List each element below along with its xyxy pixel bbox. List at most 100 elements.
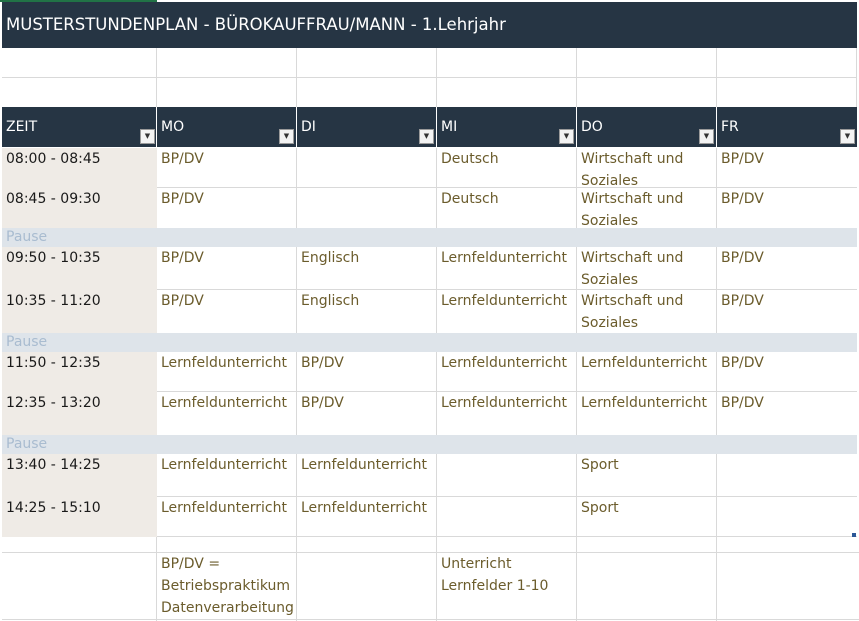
- lesson-cell-fr[interactable]: BP/DV: [717, 148, 857, 170]
- lesson-cell-do[interactable]: Wirtschaft und Soziales: [577, 188, 717, 232]
- header-mo[interactable]: MO: [157, 107, 297, 147]
- lesson-cell-mi[interactable]: Lernfeldunterricht: [437, 247, 577, 269]
- lesson-text: Soziales: [581, 213, 639, 229]
- lesson-cell-di[interactable]: Englisch: [297, 290, 437, 312]
- lesson-cell-mi[interactable]: Lernfeldunterricht: [437, 352, 577, 374]
- lesson-cell-do[interactable]: Wirtschaft und Soziales: [577, 247, 717, 291]
- lesson-text: Sport: [581, 457, 619, 473]
- filter-dropdown-icon[interactable]: ▼: [140, 129, 155, 144]
- time-slot[interactable]: 10:35 - 11:20: [2, 290, 157, 312]
- note-text: Lernfelder 1-10: [441, 578, 549, 594]
- lesson-text: BP/DV: [301, 395, 344, 411]
- time-slot[interactable]: 08:00 - 08:45: [2, 148, 157, 170]
- spreadsheet: MUSTERSTUNDENPLAN - BÜROKAUFFRAU/MANN - …: [0, 0, 859, 621]
- header-label: MO: [161, 119, 185, 135]
- lesson-text: Wirtschaft und: [581, 191, 684, 207]
- legend-note-mi[interactable]: Unterricht Lernfelder 1-10: [437, 553, 577, 597]
- filter-dropdown-icon[interactable]: ▼: [840, 129, 855, 144]
- lesson-text: BP/DV: [721, 293, 764, 309]
- filter-dropdown-icon[interactable]: ▼: [699, 129, 714, 144]
- gridline: [2, 552, 859, 553]
- filter-dropdown-icon[interactable]: ▼: [559, 129, 574, 144]
- lesson-cell-fr[interactable]: BP/DV: [717, 188, 857, 210]
- lesson-text: Wirtschaft und: [581, 151, 684, 167]
- lesson-text: Wirtschaft und: [581, 293, 684, 309]
- lesson-text: BP/DV: [161, 191, 204, 207]
- header-separator: [296, 107, 297, 147]
- lesson-cell-fr[interactable]: BP/DV: [717, 392, 857, 414]
- lesson-cell-fr[interactable]: BP/DV: [717, 247, 857, 269]
- lesson-cell-mi[interactable]: Deutsch: [437, 188, 577, 210]
- lesson-cell-mi[interactable]: Lernfeldunterricht: [437, 392, 577, 414]
- lesson-text: Lernfeldunterricht: [441, 250, 567, 266]
- lesson-cell-do[interactable]: Wirtschaft und Soziales: [577, 148, 717, 192]
- lesson-cell-di[interactable]: BP/DV: [297, 352, 437, 374]
- lesson-cell-mo[interactable]: BP/DV: [157, 148, 297, 170]
- pause-label: Pause: [6, 229, 48, 245]
- header-mi[interactable]: MI: [437, 107, 577, 147]
- time-slot[interactable]: 14:25 - 15:10: [2, 497, 157, 519]
- filter-dropdown-icon[interactable]: ▼: [279, 129, 294, 144]
- gridline: [296, 148, 297, 621]
- lesson-text: BP/DV: [161, 151, 204, 167]
- lesson-text: Lernfeldunterricht: [161, 355, 287, 371]
- lesson-cell-mo[interactable]: BP/DV: [157, 247, 297, 269]
- time-slot[interactable]: 08:45 - 09:30: [2, 188, 157, 210]
- lesson-text: Englisch: [301, 293, 360, 309]
- header-label: MI: [441, 119, 458, 135]
- lesson-text: BP/DV: [161, 293, 204, 309]
- lesson-text: BP/DV: [721, 191, 764, 207]
- note-text: Betriebspraktikum: [161, 578, 291, 594]
- lesson-text: BP/DV: [721, 355, 764, 371]
- header-di[interactable]: DI: [297, 107, 437, 147]
- header-fr[interactable]: FR: [717, 107, 857, 147]
- filter-dropdown-icon[interactable]: ▼: [419, 129, 434, 144]
- table-resize-handle[interactable]: [852, 533, 856, 537]
- lesson-cell-di[interactable]: Englisch: [297, 247, 437, 269]
- gridline: [436, 148, 437, 621]
- lesson-cell-mo[interactable]: Lernfeldunterricht: [157, 352, 297, 374]
- lesson-cell-mi[interactable]: Lernfeldunterricht: [437, 290, 577, 312]
- lesson-text: Soziales: [581, 272, 639, 288]
- header-separator: [716, 107, 717, 147]
- lesson-cell-fr[interactable]: BP/DV: [717, 352, 857, 374]
- table-header-row: ZEIT MO DI MI DO FR ▼ ▼ ▼ ▼ ▼ ▼: [2, 107, 857, 147]
- lesson-cell-mo[interactable]: BP/DV: [157, 290, 297, 312]
- lesson-cell-do[interactable]: Sport: [577, 454, 717, 476]
- lesson-cell-di[interactable]: BP/DV: [297, 392, 437, 414]
- lesson-cell-do[interactable]: Sport: [577, 497, 717, 519]
- header-label: DO: [581, 119, 603, 135]
- legend-note-mo[interactable]: BP/DV = Betriebspraktikum Datenverarbeitun…: [157, 553, 297, 619]
- lesson-text: Wirtschaft und: [581, 250, 684, 266]
- lesson-cell-di[interactable]: Lernfeldunterricht: [297, 497, 437, 519]
- lesson-text: Lernfeldunterricht: [441, 293, 567, 309]
- lesson-cell-mo[interactable]: Lernfeldunterricht: [157, 392, 297, 414]
- header-separator: [576, 107, 577, 147]
- time-slot[interactable]: 12:35 - 13:20: [2, 392, 157, 414]
- pause-label: Pause: [6, 436, 48, 452]
- lesson-cell-mo[interactable]: BP/DV: [157, 188, 297, 210]
- lesson-text: Lernfeldunterricht: [581, 355, 707, 371]
- lesson-cell-mo[interactable]: Lernfeldunterricht: [157, 454, 297, 476]
- lesson-text: Sport: [581, 500, 619, 516]
- time-slot[interactable]: 13:40 - 14:25: [2, 454, 157, 476]
- lesson-text: BP/DV: [721, 151, 764, 167]
- lesson-cell-fr[interactable]: BP/DV: [717, 290, 857, 312]
- lesson-text: Deutsch: [441, 191, 499, 207]
- time-slot[interactable]: 11:50 - 12:35: [2, 352, 157, 374]
- lesson-cell-do[interactable]: Lernfeldunterricht: [577, 392, 717, 414]
- header-separator: [156, 107, 157, 147]
- lesson-text: Lernfeldunterricht: [161, 395, 287, 411]
- time-slot[interactable]: 09:50 - 10:35: [2, 247, 157, 269]
- header-do[interactable]: DO: [577, 107, 717, 147]
- gridline: [2, 619, 859, 620]
- lesson-cell-do[interactable]: Wirtschaft und Soziales: [577, 290, 717, 334]
- sheet-title[interactable]: MUSTERSTUNDENPLAN - BÜROKAUFFRAU/MANN - …: [2, 2, 857, 48]
- header-zeit[interactable]: ZEIT: [2, 107, 157, 147]
- lesson-cell-mi[interactable]: Deutsch: [437, 148, 577, 170]
- lesson-text: Deutsch: [441, 151, 499, 167]
- lesson-cell-do[interactable]: Lernfeldunterricht: [577, 352, 717, 374]
- lesson-cell-mo[interactable]: Lernfeldunterricht: [157, 497, 297, 519]
- lesson-text: BP/DV: [161, 250, 204, 266]
- lesson-cell-di[interactable]: Lernfeldunterricht: [297, 454, 437, 476]
